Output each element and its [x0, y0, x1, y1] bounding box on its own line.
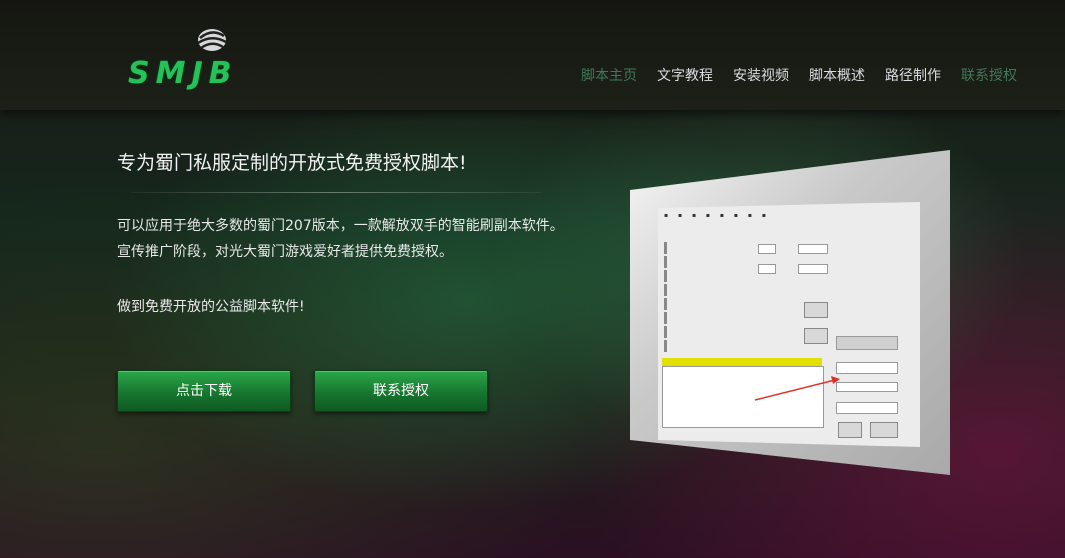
- site-logo[interactable]: SMJB: [128, 26, 298, 91]
- download-button[interactable]: 点击下载: [117, 370, 291, 412]
- hero-divider: [131, 192, 541, 193]
- app-screenshot-monitor: ▪ ▪ ▪ ▪ ▪ ▪ ▪ ▪: [630, 150, 960, 480]
- logo-text: SMJB: [128, 56, 238, 91]
- nav-item-install-video[interactable]: 安装视频: [733, 65, 789, 85]
- nav-item-contact[interactable]: 联系授权: [961, 65, 1017, 85]
- nav-item-overview[interactable]: 脚本概述: [809, 65, 865, 85]
- contact-button[interactable]: 联系授权: [314, 370, 488, 412]
- red-arrow-icon: [754, 376, 840, 401]
- site-header: SMJB 脚本主页 文字教程 安装视频 脚本概述 路径制作 联系授权: [0, 0, 1065, 110]
- hero-title: 专为蜀门私服定制的开放式免费授权脚本!: [117, 152, 467, 174]
- nav-item-path-making[interactable]: 路径制作: [885, 65, 941, 85]
- nav-item-home[interactable]: 脚本主页: [581, 65, 637, 85]
- hero-description: 可以应用于绝大多数的蜀门207版本，一款解放双手的智能刷副本软件。宣传推广阶段，…: [117, 218, 564, 260]
- nav-item-text-tutorial[interactable]: 文字教程: [657, 65, 713, 85]
- logo-mark-icon: [197, 29, 227, 51]
- main-nav: 脚本主页 文字教程 安装视频 脚本概述 路径制作 联系授权: [581, 65, 1017, 85]
- hero-slogan: 做到免费开放的公益脚本软件!: [117, 299, 305, 315]
